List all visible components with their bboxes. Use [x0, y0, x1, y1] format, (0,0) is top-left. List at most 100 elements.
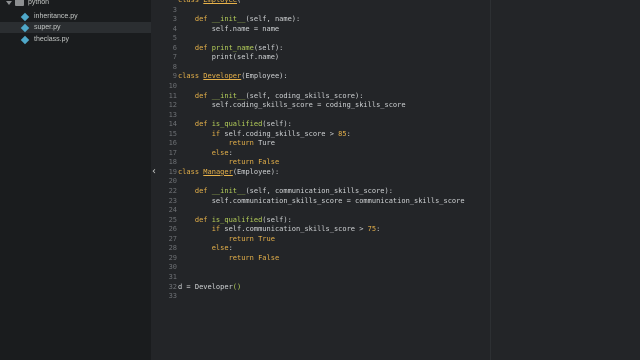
code-token: (self, communication_skills_score): [245, 187, 393, 195]
file-label: inheritance.py [34, 13, 78, 20]
code-token: self.communication_skills_score > [224, 225, 368, 234]
line-number: 16 [168, 139, 177, 148]
code-line[interactable]: if self.communication_skills_score > 75: [178, 224, 381, 234]
code-token: def [194, 91, 212, 100]
code-line[interactable]: self.name = name [178, 24, 279, 34]
line-number: 31 [168, 272, 177, 281]
code-line[interactable]: return Ture [178, 138, 275, 148]
code-line[interactable]: return False [178, 253, 280, 263]
code-line[interactable]: class Developer(Employee): [178, 71, 288, 81]
code-line[interactable]: def __init__(self, communication_skills_… [178, 186, 393, 196]
code-token: self.coding_skills_score > [224, 129, 339, 138]
code-line[interactable]: else: [178, 243, 233, 253]
line-number: 25 [168, 215, 177, 224]
code-token: if [211, 225, 225, 234]
collapse-sidebar-icon[interactable]: ‹ [148, 166, 160, 178]
line-number: 9 [172, 72, 177, 81]
line-number: 5 [172, 34, 177, 43]
line-number: 28 [168, 244, 177, 253]
code-token: (Employee): [232, 167, 280, 176]
python-file-icon [20, 35, 30, 44]
python-file-icon [20, 12, 30, 21]
tree-file-theclass[interactable]: theclass.py [20, 34, 69, 45]
line-number: 3 [172, 5, 177, 14]
code-token: (self): [262, 120, 292, 129]
chevron-down-icon[interactable] [6, 0, 12, 5]
tree-file-inheritance[interactable]: inheritance.py [20, 11, 78, 22]
file-label: super.py [34, 24, 61, 31]
code-token: : [228, 244, 233, 253]
code-line[interactable]: def __init__(self, coding_skills_score): [178, 91, 364, 101]
code-token: (self, name): [245, 15, 301, 24]
tree-file-super[interactable]: super.py [0, 22, 151, 33]
line-number: 8 [172, 62, 177, 71]
line-number: 15 [168, 129, 177, 138]
code-line[interactable]: class Employee( [178, 0, 241, 5]
code-token: if [211, 129, 225, 138]
code-line[interactable]: d = Developer() [178, 282, 241, 292]
file-label: theclass.py [34, 36, 70, 43]
line-number: 24 [168, 206, 177, 215]
code-line[interactable]: def is_qualified(self): [178, 119, 292, 129]
code-token: __init__ [211, 15, 246, 24]
code-editor[interactable]: 3 3 4 5 6 7 8 9 10 11 12 13 14 15 16 17 18 19 20 22 23 24 25 26… [151, 0, 640, 360]
code-line[interactable]: else: [178, 148, 233, 158]
line-number: 13 [168, 110, 177, 119]
code-token: 85 [338, 129, 347, 138]
code-token: False [258, 253, 280, 262]
code-line[interactable]: self.coding_skills_score = coding_skills… [178, 100, 406, 110]
code-token: class [178, 0, 204, 4]
file-tree-sidebar: python inheritance.py super.py theclass.… [0, 0, 151, 360]
code-token: (self): [253, 43, 284, 52]
line-number: 29 [168, 253, 177, 262]
code-token: Developer [203, 72, 242, 81]
code-token: return [228, 139, 259, 148]
code-line[interactable]: return True [178, 234, 275, 244]
line-number: 14 [168, 120, 177, 129]
line-number-gutter: 3 3 4 5 6 7 8 9 10 11 12 13 14 15 16 17 18 19 20 22 23 24 25 26… [151, 0, 177, 360]
code-line[interactable]: if self.coding_skills_score > 85: [178, 129, 351, 139]
code-token: def [194, 215, 212, 224]
code-token: else [211, 244, 229, 253]
line-number: 27 [168, 234, 177, 243]
code-token: False [258, 158, 280, 167]
code-token: class [178, 167, 204, 176]
line-number: 11 [168, 91, 177, 100]
tree-folder-python[interactable]: python [6, 0, 49, 8]
code-token: self.communication_skills_score = commun… [178, 196, 465, 205]
code-token: __init__ [211, 91, 246, 100]
code-token: 75 [367, 225, 377, 234]
code-token: self.coding_skills_score = coding_skills… [178, 101, 406, 110]
code-line[interactable]: print(self.name) [178, 52, 279, 62]
code-token: self.name = name [178, 24, 280, 33]
code-token: def [194, 43, 212, 52]
line-number: 33 [168, 292, 177, 301]
code-line[interactable]: def is_qualified(self): [178, 215, 292, 225]
line-number: 22 [168, 187, 177, 195]
line-number: 10 [168, 81, 177, 90]
code-token: else [211, 148, 229, 157]
code-line[interactable]: self.communication_skills_score = commun… [178, 196, 465, 206]
code-line[interactable]: def print_name(self): [178, 43, 284, 53]
code-token: class [178, 72, 204, 81]
folder-icon [15, 0, 24, 6]
wrap-guide [490, 0, 491, 360]
code-token: Ture [258, 139, 275, 148]
code-token: Manager [203, 167, 233, 176]
code-line[interactable]: return False [178, 157, 280, 167]
python-file-icon [20, 23, 30, 32]
code-token: : [376, 225, 381, 234]
code-line[interactable]: class Manager(Employee): [178, 167, 279, 177]
code-token: () [232, 282, 242, 291]
code-line[interactable]: def __init__(self, name): [178, 14, 300, 24]
line-number: 17 [168, 148, 177, 157]
